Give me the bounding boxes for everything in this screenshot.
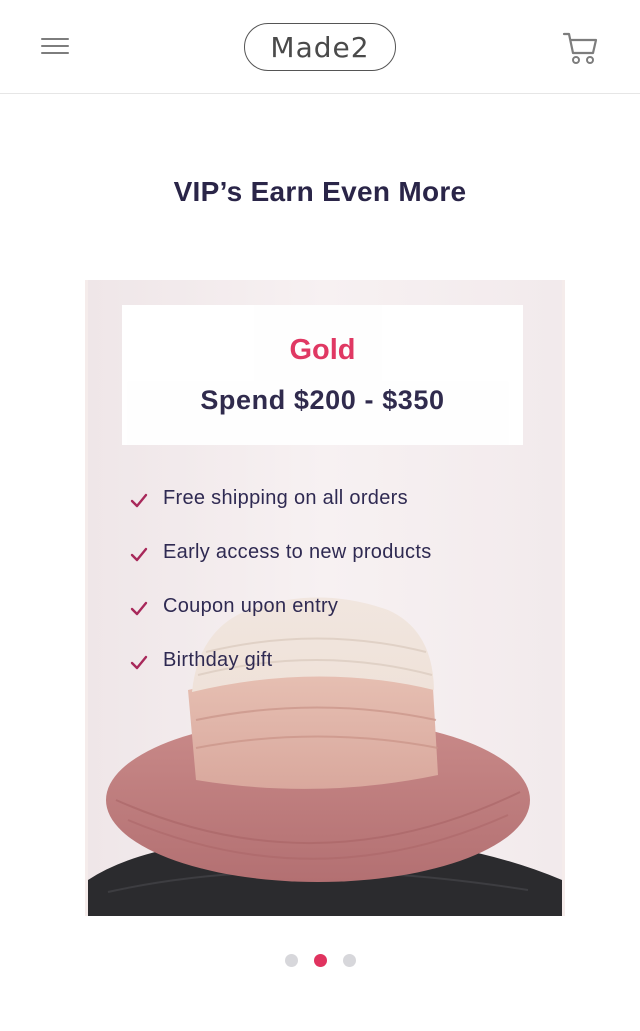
tier-info-box: Gold Spend $200 - $350 (122, 305, 523, 445)
tier-spend-range: Spend $200 - $350 (200, 385, 445, 415)
benefit-item: Early access to new products (130, 538, 432, 592)
tier-name: Gold (289, 334, 356, 366)
carousel-dot-3[interactable] (342, 954, 356, 967)
checkmark-icon (130, 601, 148, 616)
carousel-pagination (0, 954, 640, 968)
top-navigation-bar: Made2 (0, 0, 640, 94)
carousel-dot-2-active[interactable] (313, 954, 327, 967)
benefit-text: Early access to new products (163, 541, 432, 563)
tier-benefits-list: Free shipping on all orders Early access… (130, 484, 432, 700)
checkmark-icon (130, 493, 148, 508)
benefit-item: Birthday gift (130, 646, 432, 700)
benefit-text: Birthday gift (163, 649, 273, 671)
checkmark-icon (130, 655, 148, 670)
logo-text: Made2 (270, 30, 370, 64)
checkmark-icon (130, 547, 148, 562)
shopping-cart-icon[interactable] (562, 31, 600, 67)
page-heading: VIP’s Earn Even More (173, 176, 467, 207)
benefit-item: Coupon upon entry (130, 592, 432, 646)
hamburger-menu-icon[interactable] (38, 33, 72, 59)
benefit-text: Free shipping on all orders (163, 487, 408, 509)
benefit-item: Free shipping on all orders (130, 484, 432, 538)
brand-logo[interactable]: Made2 (244, 23, 396, 71)
carousel-dot-1[interactable] (284, 954, 298, 967)
benefit-text: Coupon upon entry (163, 595, 339, 617)
